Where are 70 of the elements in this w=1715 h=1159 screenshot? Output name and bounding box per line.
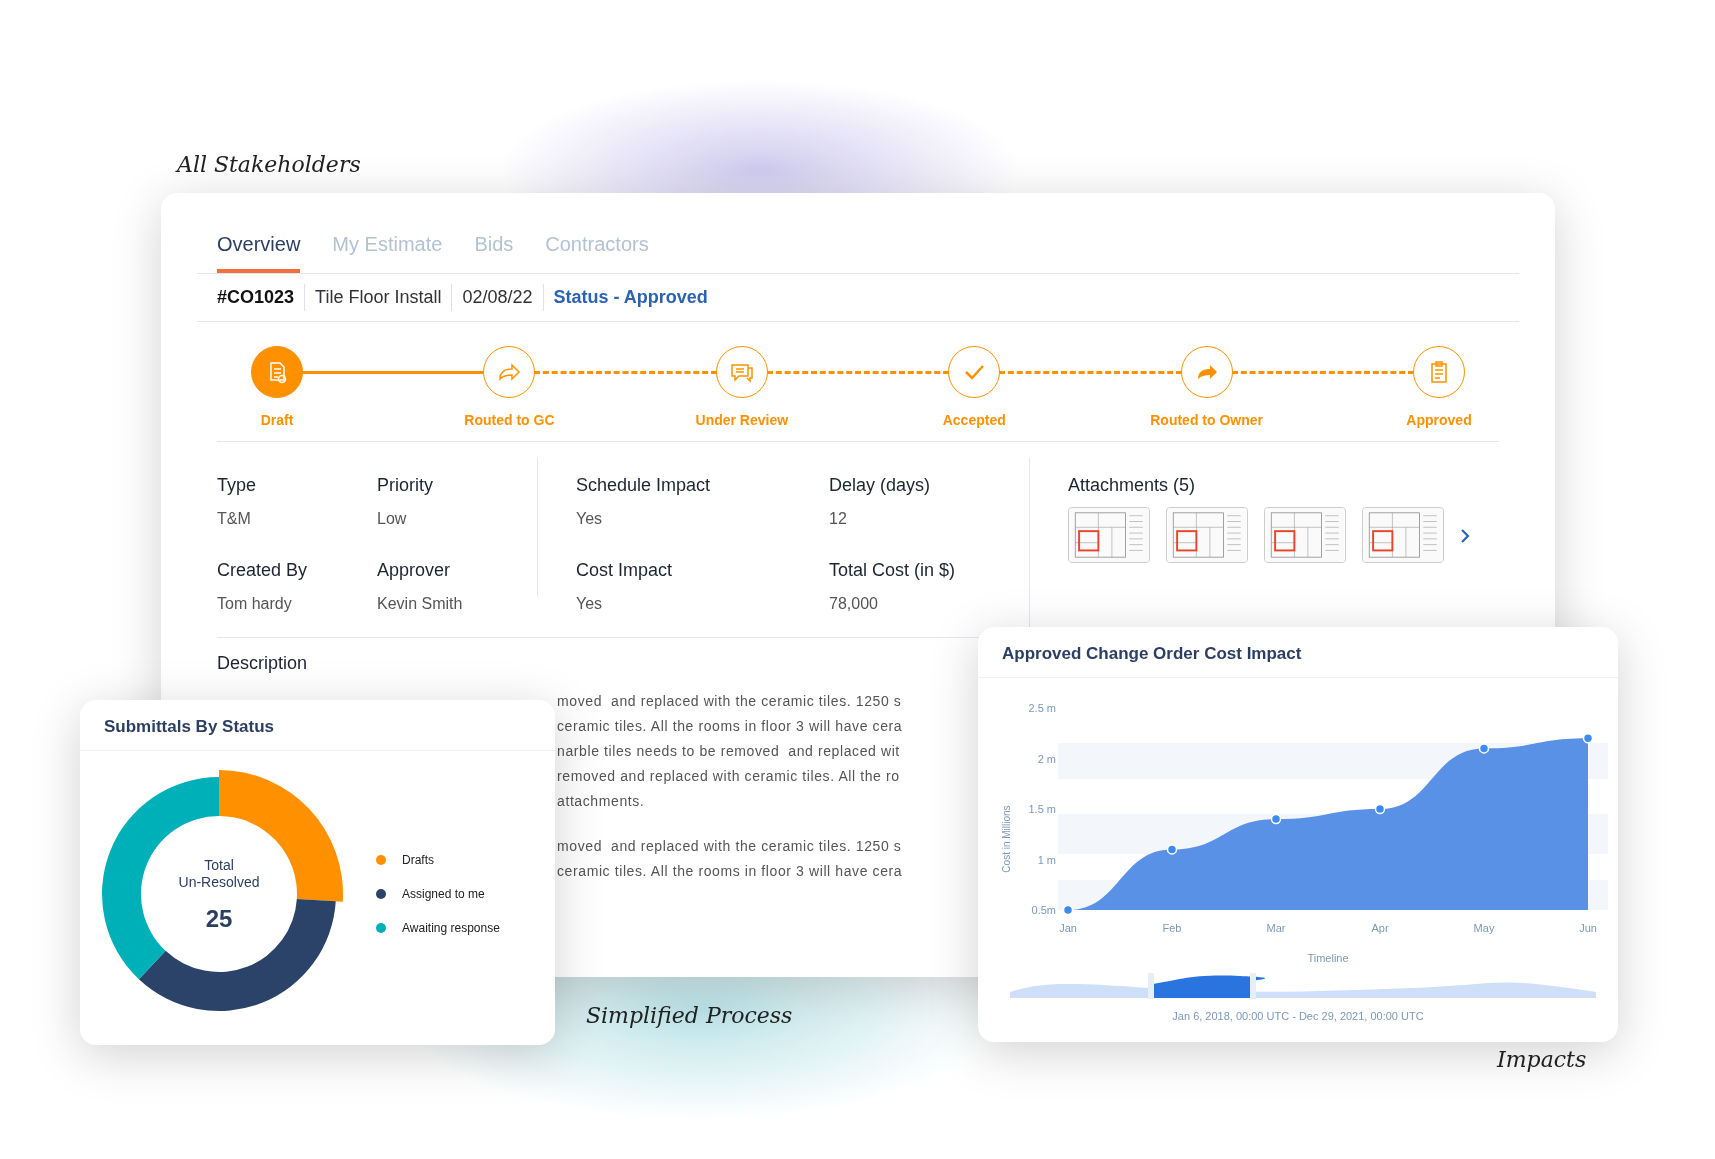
axis-title: Cost in Millions [1001,804,1012,873]
description-text: moved and replaced with the ceramic tiles. 1250 s [557,837,902,856]
field-value: Kevin Smith [377,594,464,614]
description-text: moved and replaced with the ceramic tiles. 1250 s [557,692,902,711]
axis-tick-label: May [1473,921,1495,934]
total-label: Un-Resolved [177,873,261,891]
data-point [1166,843,1178,855]
data-point [1062,904,1074,915]
legend-label: Drafts [402,851,434,869]
card-title: Approved Change Order Cost Impact [978,627,1618,678]
status-label: Status - Approved [552,286,709,309]
axis-tick-label: 2 m [1037,752,1056,764]
axis-tick-label: Jan [1059,921,1077,934]
data-point [1582,732,1594,744]
description-text: removed and replaced with ceramic tiles. All the ro [557,767,900,786]
description-label: Description [217,652,308,675]
order-name: Tile Floor Install [305,284,453,311]
description-text: attachments. [557,792,645,811]
field-label: Priority [377,474,434,497]
axis-tick-label: Apr [1371,921,1389,934]
order-id: #CO1023 [217,284,306,311]
field-label: Approver [377,559,452,582]
field-value: 78,000 [829,594,879,614]
axis-title: Timeline [1307,951,1349,964]
axis-tick-label: Feb [1162,921,1182,934]
caption: All Stakeholders [177,151,361,179]
order-date: 02/08/22 [452,284,544,311]
description-text: narble tiles needs to be removed and replaced wit [557,742,900,761]
step-label: Approved [1406,411,1472,430]
axis-tick-label: Mar [1266,921,1286,934]
field-label: Cost Impact [576,559,674,582]
field-label: Schedule Impact [576,474,712,497]
axis-tick-label: 1 m [1037,853,1056,865]
step-label: Draft [260,411,294,430]
field-value: Tom hardy [217,594,293,614]
field-value: Yes [576,594,604,614]
step-label: Routed to GC [464,411,555,430]
total-count: 25 [204,903,234,934]
field-value: Yes [576,509,604,529]
tab[interactable]: Bids [474,215,514,273]
step-label: Routed to Owner [1150,411,1263,430]
field-label: Type [217,474,258,497]
caption: Simplified Process [586,1002,793,1030]
axis-tick-label: 0.5m [1031,903,1056,916]
field-value: T&M [217,509,252,529]
card-title: Submittals By Status [80,700,555,751]
tab[interactable]: My Estimate [332,215,443,273]
data-point [1374,803,1386,814]
tab[interactable]: Overview [217,215,301,273]
step-label: Under Review [695,411,789,430]
legend-label: Awaiting response [402,919,500,937]
attachments-label: Attachments (5) [1068,474,1197,497]
total-label: Total [203,856,235,874]
axis-tick-label: 1.5 m [1028,802,1056,815]
axis-tick-label: 2.5 m [1028,701,1056,714]
data-point [1478,742,1490,754]
legend-label: Assigned to me [402,885,485,903]
field-value: Low [377,509,408,529]
field-label: Total Cost (in $) [829,559,957,582]
field-label: Delay (days) [829,474,932,497]
caption: Impacts [1497,1046,1587,1074]
data-point [1270,813,1282,824]
step-label: Accepted [942,411,1006,430]
date-range-label: Jan 6, 2018, 00:00 UTC - Dec 29, 2021, 00:00 UTC [1171,1008,1425,1024]
description-text: ceramic tiles. All the rooms in floor 3 will have cera [557,862,903,881]
axis-tick-label: Jun [1579,921,1597,934]
field-value: 12 [829,509,848,529]
tab[interactable]: Contractors [545,215,649,273]
field-label: Created By [217,559,309,582]
description-text: ceramic tiles. All the rooms in floor 3 will have cera [557,717,903,736]
